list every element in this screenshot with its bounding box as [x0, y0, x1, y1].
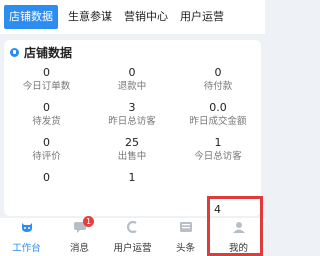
message-badge: 1 — [83, 216, 94, 227]
metric-label: 昨日成交金额 — [189, 116, 247, 127]
metric-value: 0 — [214, 66, 222, 79]
metric-label: 待评价 — [32, 151, 61, 162]
store-data-card: 店铺数据 0 今日订单数 0 退款中 0 待付款 0 待发货 3 昨日总访客 0… — [4, 40, 261, 216]
metric-label: 出售中 — [117, 151, 147, 162]
tab-business-advisor[interactable]: 生意参谋 — [66, 5, 114, 29]
nav-headlines[interactable]: 头条 — [159, 218, 212, 256]
nav-user-ops[interactable]: 用户运营 — [106, 218, 159, 256]
metric-label: 待发货 — [32, 116, 61, 127]
metric-row4-col2[interactable]: 1 — [89, 171, 175, 201]
metric-value: 0.0 — [209, 101, 227, 114]
metric-value: 0 — [43, 66, 50, 79]
tab-marketing-center[interactable]: 营销中心 — [122, 5, 170, 29]
nav-messages[interactable]: 1 消息 — [53, 216, 106, 256]
store-data-icon — [10, 47, 19, 57]
metric-on-sale[interactable]: 25 出售中 — [89, 136, 175, 166]
cow-icon — [21, 223, 32, 232]
tab-store-data[interactable]: 店铺数据 — [4, 5, 58, 29]
metric-row4-col1[interactable]: 0 — [4, 171, 89, 201]
nav-label: 消息 — [69, 243, 89, 254]
metric-value: 25 — [125, 136, 139, 149]
metric-label: 昨日总访客 — [108, 116, 156, 127]
metric-value: 1 — [214, 136, 222, 149]
metric-today-visitors[interactable]: 1 今日总访客 — [175, 136, 261, 166]
metric-pending-payment[interactable]: 0 待付款 — [175, 66, 261, 96]
metric-value: 1 — [128, 171, 136, 184]
metric-label: 退款中 — [117, 81, 147, 92]
metric-label: 待付款 — [203, 81, 233, 92]
nav-label: 头条 — [175, 243, 195, 254]
metric-yesterday-gmv[interactable]: 0.0 昨日成交金额 — [175, 101, 261, 131]
metric-value: 3 — [128, 101, 136, 114]
card-header: 店铺数据 — [10, 43, 72, 61]
metric-refunding[interactable]: 0 退款中 — [89, 66, 175, 96]
metric-pending-review[interactable]: 0 待评价 — [4, 136, 89, 166]
user-ops-icon — [126, 221, 137, 233]
tab-user-operations[interactable]: 用户运营 — [178, 5, 226, 29]
highlight-box — [207, 196, 263, 256]
news-icon — [179, 222, 192, 232]
metric-today-orders[interactable]: 0 今日订单数 — [4, 66, 89, 96]
metric-label: 今日订单数 — [22, 81, 71, 92]
metric-value: 0 — [43, 171, 50, 184]
metric-pending-shipment[interactable]: 0 待发货 — [4, 101, 89, 131]
metric-value: 0 — [43, 136, 50, 149]
metrics-grid: 0 今日订单数 0 退款中 0 待付款 0 待发货 3 昨日总访客 0.0 昨日… — [4, 66, 261, 201]
nav-label: 用户运营 — [113, 243, 152, 254]
metric-yesterday-visitors[interactable]: 3 昨日总访客 — [89, 101, 175, 131]
nav-workbench[interactable]: 工作台 — [0, 218, 53, 256]
card-title: 店铺数据 — [24, 45, 73, 60]
metric-value: 0 — [43, 101, 50, 114]
metric-label: 今日总访客 — [194, 151, 242, 162]
nav-label: 工作台 — [12, 243, 41, 254]
metric-value: 0 — [128, 66, 136, 79]
top-tab-bar: 店铺数据 生意参谋 营销中心 用户运营 — [0, 0, 265, 34]
